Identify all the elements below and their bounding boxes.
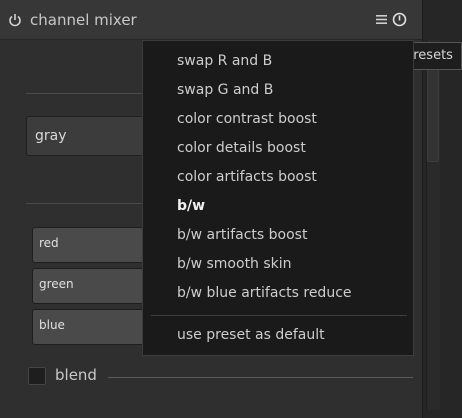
- red-slider-label: red: [39, 236, 59, 250]
- preset-menu-item[interactable]: swap G and B: [177, 82, 273, 98]
- preset-menu-item[interactable]: color contrast boost: [177, 111, 317, 127]
- preset-menu-item-active[interactable]: b/w: [177, 198, 205, 214]
- preset-menu-item[interactable]: b/w blue artifacts reduce: [177, 285, 352, 301]
- blend-checkbox[interactable]: [28, 367, 46, 385]
- preset-menu-item[interactable]: color artifacts boost: [177, 169, 317, 185]
- menu-divider: [151, 315, 407, 316]
- separator: [26, 93, 146, 94]
- preset-menu-item[interactable]: b/w artifacts boost: [177, 227, 307, 243]
- preset-menu-item[interactable]: color details boost: [177, 140, 306, 156]
- power-icon[interactable]: [8, 13, 22, 27]
- destination-combobox-value: gray: [35, 128, 67, 144]
- blend-label[interactable]: blend: [55, 366, 97, 384]
- presets-menu: swap R and B swap G and B color contrast…: [142, 40, 414, 356]
- preset-menu-item[interactable]: swap R and B: [177, 53, 272, 69]
- use-preset-as-default-item[interactable]: use preset as default: [177, 327, 325, 343]
- green-slider-label: green: [39, 277, 74, 291]
- blue-slider-label: blue: [39, 318, 65, 332]
- destination-combobox[interactable]: gray: [26, 116, 146, 156]
- blend-divider: [108, 377, 413, 378]
- module-header[interactable]: channel mixer: [0, 0, 422, 40]
- preset-menu-item[interactable]: b/w smooth skin: [177, 256, 292, 272]
- hamburger-menu-icon[interactable]: [375, 13, 388, 26]
- green-slider[interactable]: green: [32, 268, 144, 304]
- red-slider[interactable]: red: [32, 227, 144, 263]
- separator: [26, 203, 146, 204]
- blue-slider[interactable]: blue: [32, 309, 144, 345]
- reset-icon[interactable]: [392, 12, 407, 27]
- module-title: channel mixer: [30, 11, 137, 29]
